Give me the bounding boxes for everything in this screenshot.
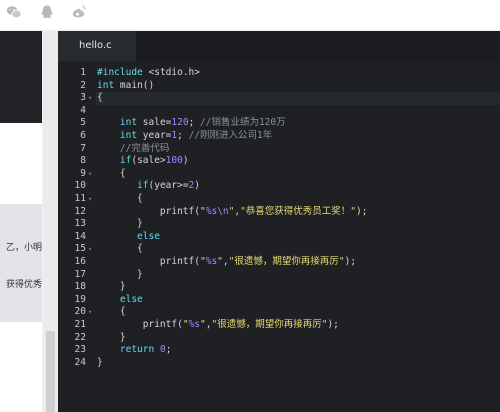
left-page-panel: 乙，小明 获得优秀: [0, 31, 58, 412]
line-number: 13: [74, 218, 86, 230]
code-text: {: [97, 243, 143, 255]
line-number: 2: [80, 79, 86, 91]
line-number: 8: [80, 155, 86, 167]
code-text: return 0;: [119, 344, 172, 356]
code-line[interactable]: 3 ▾ {: [58, 92, 500, 105]
code-text: printf("%s\n","恭喜您获得优秀员工奖！");: [159, 205, 368, 217]
line-number: 18: [74, 281, 86, 293]
code-text: else: [137, 230, 160, 242]
code-line[interactable]: 18 }: [58, 281, 500, 294]
code-text: {: [97, 193, 143, 204]
line-number: 3: [80, 92, 86, 104]
left-text-fragment: 获得优秀: [5, 280, 42, 290]
share-toolbar: [0, 0, 500, 31]
code-line[interactable]: 7 //完善代码: [58, 143, 500, 156]
code-text: int year=1; //刚刚进入公司1年: [119, 130, 273, 141]
line-number: 12: [74, 205, 86, 217]
fold-toggle-icon[interactable]: ▾: [88, 193, 92, 206]
code-line[interactable]: 13 }: [58, 218, 500, 231]
code-line[interactable]: 22 }: [58, 332, 500, 345]
fold-toggle-icon[interactable]: ▾: [88, 243, 92, 256]
page-scrollbar-thumb[interactable]: [46, 331, 55, 412]
code-text: if(sale>100): [119, 155, 189, 167]
active-line-highlight: [96, 92, 500, 105]
line-number: 16: [74, 256, 86, 267]
line-number: 4: [80, 104, 86, 116]
code-line[interactable]: 9 ▾ {: [58, 168, 500, 181]
weibo-icon[interactable]: [71, 4, 87, 20]
code-line[interactable]: 5 int sale=120; //销售业绩为120万: [58, 117, 500, 130]
line-number: 17: [74, 268, 86, 280]
code-editor: hello.c 1 #include <stdio.h> 2 int main() 3 ▾…: [58, 31, 500, 412]
code-text: {: [97, 92, 103, 104]
code-line[interactable]: 8 if(sale>100): [58, 155, 500, 168]
code-text: {: [97, 167, 126, 179]
code-line[interactable]: 12 printf("%s\n","恭喜您获得优秀员工奖！");: [58, 206, 500, 219]
code-line[interactable]: 11 ▾ {: [58, 193, 500, 206]
wechat-icon[interactable]: [6, 4, 22, 20]
code-line[interactable]: 23 return 0;: [58, 344, 500, 357]
code-line[interactable]: 10 if(year>=2): [58, 180, 500, 193]
code-line[interactable]: 17 }: [58, 269, 500, 282]
code-text: printf("%s","很遗憾，期望你再接再厉");: [142, 319, 339, 330]
qq-icon[interactable]: [39, 4, 55, 20]
code-text: int sale=120; //销售业绩为120万: [119, 117, 286, 129]
left-white-block: [0, 322, 42, 412]
editor-tab-bar: hello.c: [58, 31, 500, 61]
line-number: 10: [74, 180, 86, 192]
line-number: 23: [74, 344, 86, 356]
code-line[interactable]: 14 else: [58, 231, 500, 244]
line-number: 22: [74, 331, 86, 343]
code-text: else: [119, 293, 143, 305]
code-line[interactable]: 4: [58, 105, 500, 118]
left-white-block: [0, 123, 42, 204]
code-line[interactable]: 24}: [58, 357, 500, 370]
code-text: int main(): [97, 79, 155, 91]
fold-toggle-icon[interactable]: ▾: [88, 92, 92, 105]
line-number: 14: [74, 230, 86, 242]
line-number: 19: [74, 293, 86, 305]
line-number: 21: [74, 319, 86, 330]
code-text: }: [97, 281, 126, 293]
line-number: 24: [74, 356, 86, 368]
code-line[interactable]: 1 #include <stdio.h>: [58, 67, 500, 80]
code-line[interactable]: 15 ▾ {: [58, 243, 500, 256]
code-text: //完善代码: [119, 142, 170, 154]
line-number: 20: [74, 306, 86, 318]
line-number: 9: [80, 167, 86, 179]
line-number: 6: [80, 130, 86, 141]
code-line[interactable]: 20 ▾ {: [58, 306, 500, 319]
left-dark-block: [0, 31, 42, 123]
code-text: }: [97, 218, 143, 230]
line-number: 1: [80, 67, 86, 78]
code-text: {: [97, 306, 126, 318]
code-line[interactable]: 21 printf("%s","很遗憾，期望你再接再厉");: [58, 319, 500, 332]
fold-toggle-icon[interactable]: ▾: [88, 306, 92, 319]
code-line[interactable]: 6 int year=1; //刚刚进入公司1年: [58, 130, 500, 143]
code-line[interactable]: 19 else: [58, 294, 500, 307]
code-text: #include <stdio.h>: [97, 67, 200, 78]
line-number: 11: [74, 193, 86, 204]
tab-hello-c[interactable]: hello.c: [58, 31, 136, 61]
code-line[interactable]: 2 int main(): [58, 80, 500, 93]
code-line[interactable]: 16 printf("%s","很遗憾，期望你再接再厉");: [58, 256, 500, 269]
code-text: }: [97, 356, 103, 368]
code-text: printf("%s","很遗憾，期望你再接再厉");: [159, 256, 357, 267]
code-area[interactable]: 1 #include <stdio.h> 2 int main() 3 ▾{4 5 int …: [58, 61, 500, 412]
left-content-card: 乙，小明 获得优秀: [0, 204, 42, 322]
line-number: 7: [80, 142, 86, 154]
left-text-fragment: 乙，小明: [5, 243, 42, 253]
code-text: }: [97, 268, 143, 280]
code-text: }: [97, 331, 126, 343]
line-number: 5: [80, 117, 86, 129]
line-number: 15: [74, 243, 86, 255]
fold-toggle-icon[interactable]: ▾: [88, 168, 92, 181]
code-text: if(year>=2): [137, 180, 201, 192]
